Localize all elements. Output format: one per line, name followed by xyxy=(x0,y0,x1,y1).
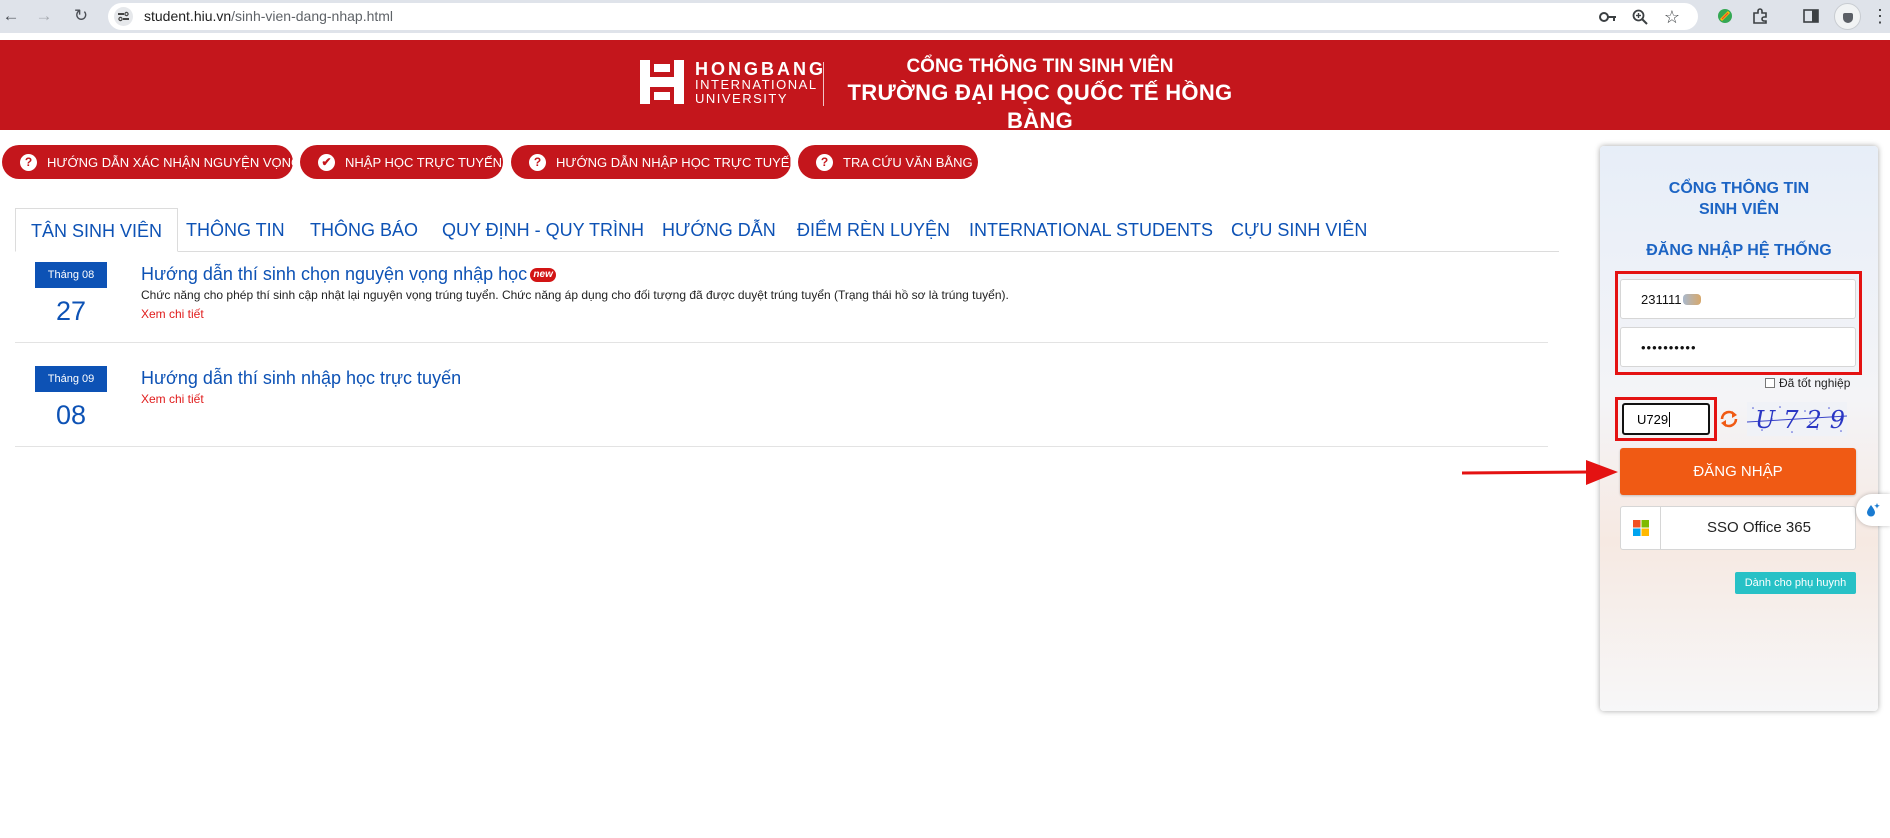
quick-link-label: HƯỚNG DẪN NHẬP HỌC TRỰC TUYẾN xyxy=(556,154,799,170)
news-title-text: Hướng dẫn thí sinh chọn nguyện vọng nhập… xyxy=(141,264,528,284)
quick-link-confirm-preference[interactable]: ? HƯỚNG DẪN XÁC NHẬN NGUYỆN VỌNG xyxy=(2,145,301,179)
url-domain: student.hiu.vn xyxy=(144,8,232,24)
tab-training-points[interactable]: ĐIỂM RÈN LUYỆN xyxy=(797,208,950,252)
news-item: Tháng 09 08 Hướng dẫn thí sinh nhập học … xyxy=(15,366,1548,447)
news-title-link[interactable]: Hướng dẫn thí sinh nhập học trực tuyến xyxy=(141,368,461,389)
tab-guides[interactable]: HƯỚNG DẪN xyxy=(662,208,776,252)
portal-title-line1: CỔNG THÔNG TIN SINH VIÊN xyxy=(906,56,1174,77)
annotation-arrow-icon xyxy=(1461,460,1618,485)
question-icon: ? xyxy=(20,153,37,171)
date-month-badge: Tháng 09 xyxy=(35,366,107,392)
news-tabs: TÂN SINH VIÊN THÔNG TIN THÔNG BÁO QUY ĐỊ… xyxy=(15,208,1559,252)
header-divider xyxy=(823,62,824,106)
highlight-captcha-box xyxy=(1615,397,1717,441)
login-heading-line1: CỔNG THÔNG TIN xyxy=(1668,180,1810,197)
sso-office365-button[interactable]: SSO Office 365 xyxy=(1620,506,1856,550)
read-more-link[interactable]: Xem chi tiết xyxy=(141,307,204,321)
browser-toolbar: ← → ↻ student.hiu.vn/sinh-vien-dang-nhap… xyxy=(0,0,1890,33)
highlight-credentials-box xyxy=(1615,271,1862,375)
date-month-badge: Tháng 08 xyxy=(35,262,107,288)
new-badge: new xyxy=(530,268,557,283)
site-header: HONGBANG INTERNATIONAL UNIVERSITY CỔNG T… xyxy=(0,40,1890,133)
captcha-image: U729 xyxy=(1747,402,1847,436)
date-day: 27 xyxy=(55,296,87,326)
news-title-text: Hướng dẫn thí sinh nhập học trực tuyến xyxy=(141,368,462,388)
captcha-image-text: U729 xyxy=(1755,406,1847,434)
logo-line2: INTERNATIONAL xyxy=(695,77,818,92)
tab-international-students[interactable]: INTERNATIONAL STUDENTS xyxy=(969,208,1213,252)
menu-dots-icon[interactable]: ⋮ xyxy=(1870,6,1890,26)
date-day: 08 xyxy=(55,400,87,430)
bookmark-star-icon[interactable]: ☆ xyxy=(1663,7,1681,27)
news-item: Tháng 08 27 Hướng dẫn thí sinh chọn nguy… xyxy=(15,262,1548,343)
address-bar[interactable]: student.hiu.vn/sinh-vien-dang-nhap.html … xyxy=(108,3,1698,30)
extension-brush-icon[interactable] xyxy=(1715,6,1735,26)
url-text: student.hiu.vn/sinh-vien-dang-nhap.html xyxy=(144,8,393,24)
tab-new-students[interactable]: TÂN SINH VIÊN xyxy=(15,208,179,252)
tab-alumni[interactable]: CỰU SINH VIÊN xyxy=(1231,208,1367,252)
tab-announcements[interactable]: THÔNG BÁO xyxy=(310,208,418,252)
side-panel-icon[interactable] xyxy=(1801,6,1821,26)
extensions-puzzle-icon[interactable] xyxy=(1750,6,1770,26)
news-description: Chức năng cho phép thí sinh cập nhật lại… xyxy=(141,288,1009,302)
logo-wordmark: HONGBANG INTERNATIONAL UNIVERSITY xyxy=(695,60,826,106)
login-heading-line2: SINH VIÊN xyxy=(1698,201,1779,218)
site-settings-icon[interactable] xyxy=(114,7,133,26)
zoom-icon[interactable] xyxy=(1631,8,1649,26)
read-more-link[interactable]: Xem chi tiết xyxy=(141,392,204,406)
hongbang-logo-icon[interactable] xyxy=(640,60,684,104)
parent-access-button[interactable]: Dành cho phụ huynh xyxy=(1735,572,1856,594)
login-subheading: ĐĂNG NHẬP HỆ THỐNG xyxy=(1646,242,1832,259)
logo-line1: HONGBANG xyxy=(695,59,826,79)
back-arrow-icon[interactable]: ← xyxy=(0,5,22,27)
graduated-checkbox[interactable]: Đã tốt nghiệp xyxy=(1765,376,1850,390)
profile-avatar-icon[interactable] xyxy=(1834,3,1861,30)
tab-information[interactable]: THÔNG TIN xyxy=(186,208,285,252)
sso-button-label: SSO Office 365 xyxy=(1707,519,1811,536)
login-panel: CỔNG THÔNG TIN SINH VIÊN ĐĂNG NHẬP HỆ TH… xyxy=(1600,146,1878,711)
quick-link-enrollment-guide[interactable]: ? HƯỚNG DẪN NHẬP HỌC TRỰC TUYẾN xyxy=(511,145,799,179)
portal-title-line2: TRƯỜNG ĐẠI HỌC QUỐC TẾ HỒNG BÀNG xyxy=(847,80,1233,133)
quick-link-label: NHẬP HỌC TRỰC TUYẾN xyxy=(345,154,503,170)
reload-icon[interactable]: ↻ xyxy=(70,5,92,27)
portal-title: CỔNG THÔNG TIN SINH VIÊN TRƯỜNG ĐẠI HỌC … xyxy=(840,55,1240,135)
question-icon: ? xyxy=(529,153,546,171)
microsoft-logo-icon xyxy=(1621,507,1661,549)
tab-regulations[interactable]: QUY ĐỊNH - QUY TRÌNH xyxy=(442,208,644,252)
question-icon: ? xyxy=(816,153,833,171)
password-key-icon[interactable] xyxy=(1599,8,1617,26)
checkbox-square[interactable] xyxy=(1765,378,1775,388)
graduated-label: Đã tốt nghiệp xyxy=(1779,376,1851,390)
news-title-link[interactable]: Hướng dẫn thí sinh chọn nguyện vọng nhập… xyxy=(141,264,557,285)
login-button[interactable]: ĐĂNG NHẬP xyxy=(1620,448,1856,495)
refresh-captcha-icon[interactable] xyxy=(1718,408,1740,430)
checkmark-icon: ✔ xyxy=(318,153,335,171)
url-path: /sinh-vien-dang-nhap.html xyxy=(231,8,394,24)
side-helper-widget-icon[interactable] xyxy=(1856,494,1890,526)
quick-link-label: TRA CỨU VĂN BẰNG xyxy=(843,154,973,170)
quick-link-diploma-lookup[interactable]: ? TRA CỨU VĂN BẰNG xyxy=(798,145,978,179)
quick-link-online-enrollment[interactable]: ✔ NHẬP HỌC TRỰC TUYẾN xyxy=(300,145,503,179)
logo-line3: UNIVERSITY xyxy=(695,91,789,106)
quick-link-label: HƯỚNG DẪN XÁC NHẬN NGUYỆN VỌNG xyxy=(47,154,302,170)
forward-arrow-icon[interactable]: → xyxy=(33,5,55,27)
login-heading: CỔNG THÔNG TIN SINH VIÊN xyxy=(1600,178,1878,220)
